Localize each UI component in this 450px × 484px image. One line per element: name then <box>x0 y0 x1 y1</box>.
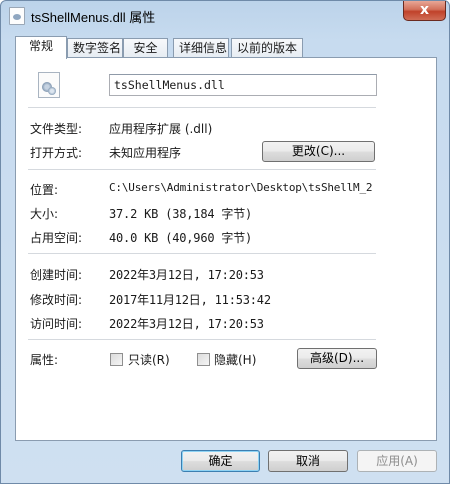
location-label: 位置: <box>30 183 59 197</box>
attributes-label: 属性: <box>30 353 59 367</box>
tab-previous-versions[interactable]: 以前的版本 <box>231 38 303 57</box>
created-label: 创建时间: <box>30 268 83 282</box>
tab-details[interactable]: 详细信息 <box>173 38 229 57</box>
dll-file-icon <box>38 72 60 98</box>
modified-label: 修改时间: <box>30 293 83 307</box>
dll-file-icon <box>9 7 25 25</box>
general-tab-panel: tsShellMenus.dll 文件类型: 应用程序扩展 (.dll) 打开方… <box>15 57 437 441</box>
tab-digital-signatures[interactable]: 数字签名 <box>67 38 123 57</box>
created-value: 2022年3月12日, 17:20:53 <box>109 268 264 282</box>
size-value: 37.2 KB (38,184 字节) <box>109 207 253 221</box>
cancel-button[interactable]: 取消 <box>268 450 348 472</box>
location-value: C:\Users\Administrator\Desktop\tsShellM_… <box>109 181 373 194</box>
close-button[interactable]: x <box>403 1 446 21</box>
file-type-label: 文件类型: <box>30 122 83 136</box>
modified-value: 2017年11月12日, 11:53:42 <box>109 293 271 307</box>
ok-button[interactable]: 确定 <box>181 450 260 472</box>
properties-dialog: tsShellMenus.dll 属性 x 常规 数字签名 安全 详细信息 以前… <box>0 0 450 484</box>
accessed-label: 访问时间: <box>30 317 83 331</box>
open-with-label: 打开方式: <box>30 146 83 160</box>
divider <box>28 169 376 170</box>
divider <box>28 253 376 254</box>
readonly-checkbox-label[interactable]: 只读(R) <box>128 351 170 368</box>
tab-security[interactable]: 安全 <box>123 38 168 57</box>
open-with-value: 未知应用程序 <box>109 146 182 160</box>
file-name-field[interactable]: tsShellMenus.dll <box>109 74 377 96</box>
hidden-checkbox[interactable] <box>197 353 210 366</box>
advanced-button[interactable]: 高级(D)... <box>297 348 377 369</box>
accessed-value: 2022年3月12日, 17:20:53 <box>109 317 264 331</box>
size-on-disk-label: 占用空间: <box>30 231 83 245</box>
change-button[interactable]: 更改(C)... <box>262 141 375 162</box>
apply-button[interactable]: 应用(A) <box>357 450 437 472</box>
window-title: tsShellMenus.dll 属性 <box>31 10 156 25</box>
file-type-value: 应用程序扩展 (.dll) <box>109 122 213 136</box>
size-label: 大小: <box>30 207 59 221</box>
tab-general[interactable]: 常规 <box>15 36 67 59</box>
divider <box>28 339 376 340</box>
size-on-disk-value: 40.0 KB (40,960 字节) <box>109 231 253 245</box>
title-bar[interactable]: tsShellMenus.dll 属性 x <box>1 1 450 31</box>
readonly-checkbox[interactable] <box>110 353 123 366</box>
divider <box>28 107 376 108</box>
hidden-checkbox-label[interactable]: 隐藏(H) <box>214 351 256 368</box>
